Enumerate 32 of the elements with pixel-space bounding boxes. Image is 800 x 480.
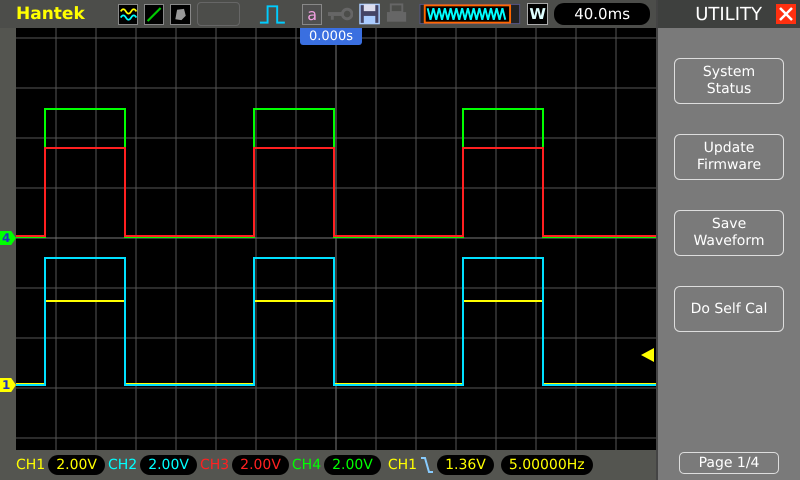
- memory-waveform-icon: [419, 3, 522, 25]
- frequency-readout: 5.00000Hz: [500, 455, 593, 475]
- page-button[interactable]: Page 1/4: [679, 452, 779, 474]
- xy-mode-icon[interactable]: [144, 4, 164, 24]
- menu-title: UTILITY: [695, 4, 762, 24]
- close-icon[interactable]: [776, 4, 796, 24]
- channel-label: CH2: [108, 457, 138, 473]
- text-icon[interactable]: a: [302, 4, 322, 24]
- timebase-readout: 40.0ms: [554, 3, 650, 25]
- time-offset-marker: 0.000s: [300, 28, 362, 45]
- waveform-icon[interactable]: [118, 4, 138, 24]
- channel-label: CH3: [200, 457, 230, 473]
- channel-scale: 2.00V: [232, 455, 289, 475]
- menu-button[interactable]: Update Firmware: [674, 134, 784, 180]
- falling-edge-icon: [420, 456, 434, 474]
- channel-scale: 2.00V: [140, 455, 197, 475]
- channel-marker: 4: [0, 231, 16, 245]
- channel-marker: 1: [0, 378, 16, 392]
- persistence-icon[interactable]: [170, 4, 191, 24]
- menu-button[interactable]: Do Self Cal: [674, 286, 784, 332]
- menu-button[interactable]: System Status: [674, 58, 784, 104]
- channel-label: CH4: [292, 457, 322, 473]
- save-icon[interactable]: [359, 3, 380, 25]
- channel-scale: 2.00V: [48, 455, 105, 475]
- channel-label: CH1: [16, 457, 46, 473]
- trigger-level: 1.36V: [437, 455, 494, 475]
- brand-logo: Hantek: [16, 4, 86, 24]
- trigger-source: CH1: [388, 457, 418, 473]
- menu-button[interactable]: Save Waveform: [674, 210, 784, 256]
- window-mode-indicator[interactable]: W: [527, 3, 548, 25]
- channel-scale: 2.00V: [324, 455, 381, 475]
- trigger-level-marker: [641, 348, 654, 362]
